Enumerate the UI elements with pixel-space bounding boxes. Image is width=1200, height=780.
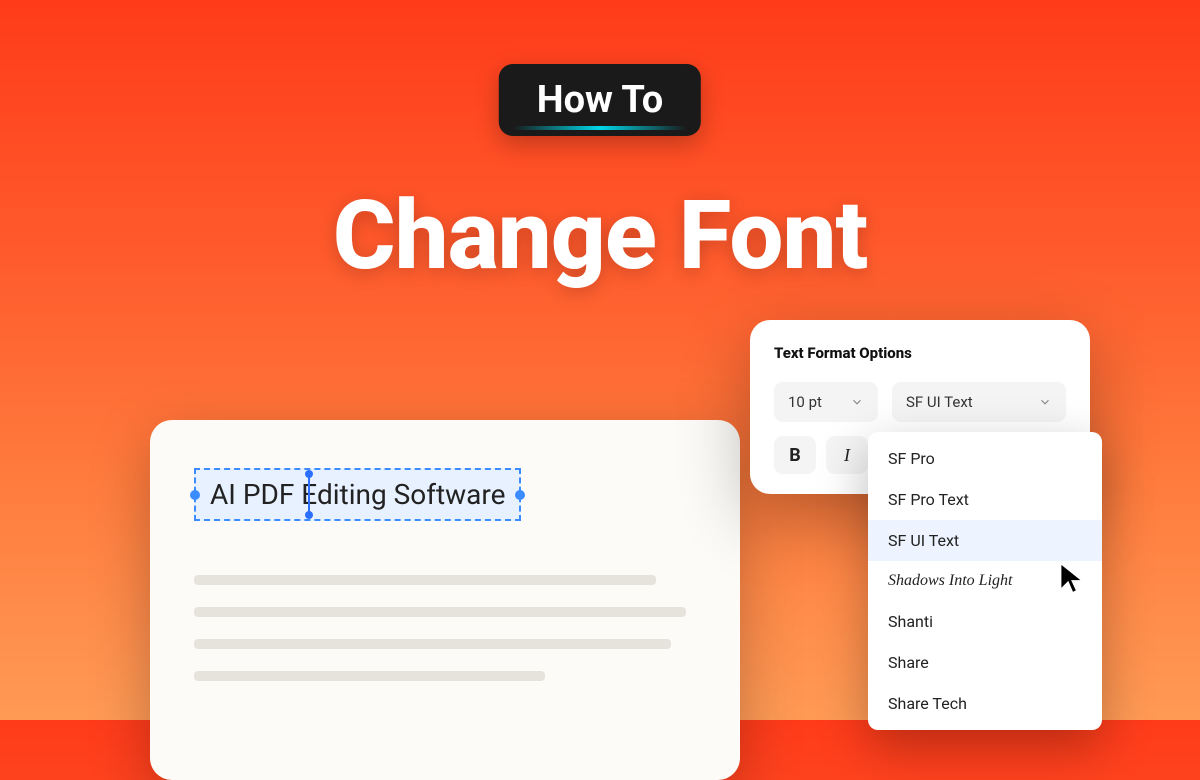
font-option[interactable]: SF UI Text [868,520,1102,561]
selection-handle-left[interactable] [190,490,200,500]
italic-button[interactable]: I [826,436,868,474]
howto-badge: How To [499,64,701,136]
font-option[interactable]: Share Tech [868,683,1102,724]
font-family-value: SF UI Text [906,393,973,411]
selection-handle-right[interactable] [515,490,525,500]
font-dropdown[interactable]: SF ProSF Pro TextSF UI TextShadows Into … [868,432,1102,730]
text-edit-selection[interactable]: AI PDF Editing Software [194,468,521,521]
font-option[interactable]: Shanti [868,601,1102,642]
font-option[interactable]: SF Pro [868,438,1102,479]
font-option[interactable]: SF Pro Text [868,479,1102,520]
panel-title: Text Format Options [774,344,1066,362]
bold-button[interactable]: B [774,436,816,474]
font-option[interactable]: Shadows Into Light [868,561,1102,601]
placeholder-lines [194,575,696,681]
chevron-down-icon [1038,395,1052,409]
font-size-select[interactable]: 10 pt [774,382,878,422]
font-size-value: 10 pt [788,393,822,411]
hero-title: Change Font [333,180,868,292]
document-preview: AI PDF Editing Software [150,420,740,780]
font-family-select[interactable]: SF UI Text [892,382,1066,422]
chevron-down-icon [850,395,864,409]
font-option[interactable]: Share [868,642,1102,683]
text-caret [308,476,310,513]
editing-text: AI PDF Editing Software [210,478,505,511]
